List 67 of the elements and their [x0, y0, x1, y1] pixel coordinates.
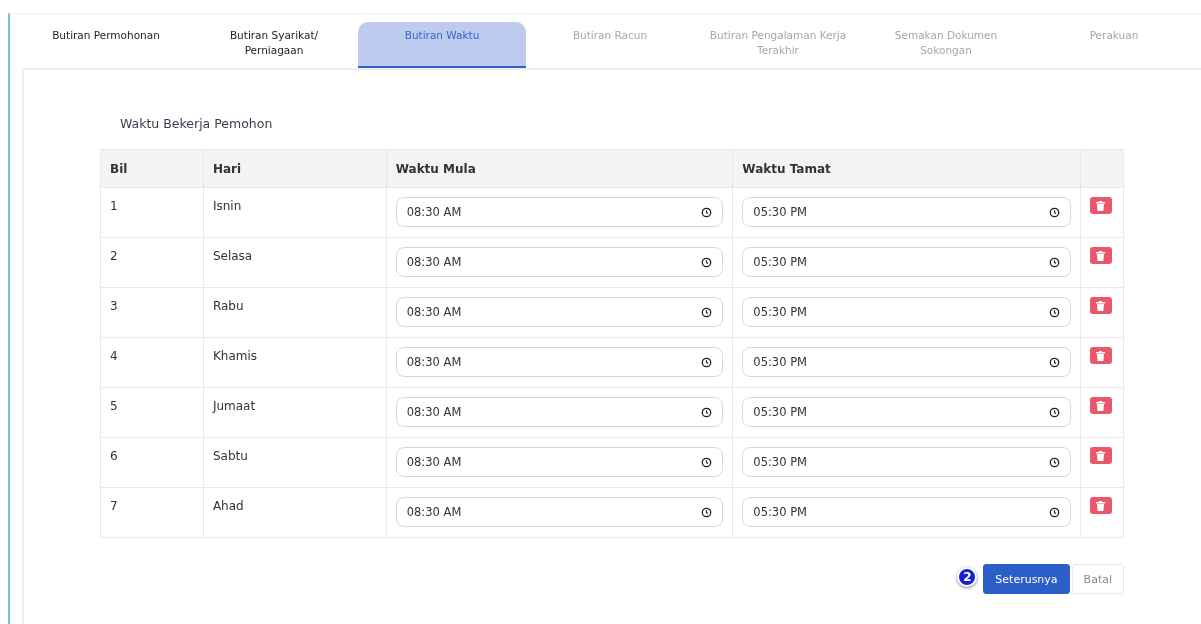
- trash-icon: [1096, 400, 1106, 411]
- time-field[interactable]: 08:30 AM: [395, 347, 724, 377]
- column-header: Hari: [203, 149, 387, 188]
- clock-icon[interactable]: [701, 356, 713, 368]
- time-field[interactable]: 05:30 PM: [742, 347, 1071, 377]
- table-cell-text: 2: [110, 248, 119, 263]
- time-field[interactable]: 08:30 AM: [395, 447, 724, 477]
- column-header: Bil: [100, 149, 204, 188]
- delete-button[interactable]: [1090, 247, 1112, 264]
- time-field[interactable]: 05:30 PM: [742, 297, 1071, 327]
- cancel-button[interactable]: Batal: [1071, 564, 1124, 594]
- time-field[interactable]: 08:30 AM: [395, 397, 724, 427]
- time-field[interactable]: 05:30 PM: [742, 497, 1071, 527]
- column-header: Waktu Mula: [386, 149, 733, 188]
- delete-button[interactable]: [1090, 297, 1112, 314]
- tab[interactable]: Butiran Syarikat/ Perniagaan: [190, 22, 358, 68]
- trash-icon: [1096, 200, 1106, 211]
- trash-icon: [1096, 500, 1106, 511]
- table-cell-text: Khamis: [212, 348, 258, 363]
- delete-button[interactable]: [1090, 197, 1112, 214]
- table-cell-text: 6: [110, 448, 119, 463]
- clock-icon[interactable]: [1049, 456, 1060, 468]
- time-field[interactable]: 05:30 PM: [742, 447, 1071, 477]
- table-cell-text: Sabtu: [212, 448, 249, 463]
- table-cell-text: Selasa: [212, 248, 254, 263]
- clock-icon[interactable]: [1049, 506, 1060, 518]
- time-field[interactable]: 08:30 AM: [395, 247, 724, 277]
- table-cell-text: Ahad: [212, 498, 245, 513]
- clock-icon[interactable]: [1049, 306, 1060, 318]
- time-field[interactable]: 05:30 PM: [742, 397, 1071, 427]
- next-button[interactable]: Seterusnya: [983, 564, 1070, 594]
- clock-icon[interactable]: [1049, 256, 1060, 268]
- table-cell-text: Isnin: [212, 198, 243, 213]
- clock-icon[interactable]: [701, 306, 713, 318]
- clock-icon[interactable]: [701, 506, 713, 518]
- table-cell-text: 4: [110, 348, 119, 363]
- table-cell-text: 3: [110, 298, 119, 313]
- time-field[interactable]: 05:30 PM: [742, 247, 1071, 277]
- delete-button[interactable]: [1090, 347, 1112, 364]
- table-cell-text: Rabu: [212, 298, 245, 313]
- clock-icon[interactable]: [1049, 356, 1060, 368]
- clock-icon[interactable]: [701, 406, 713, 418]
- clock-icon[interactable]: [701, 456, 713, 468]
- time-field[interactable]: 05:30 PM: [742, 197, 1071, 227]
- clock-icon[interactable]: [1049, 406, 1060, 418]
- table-cell-text: 5: [110, 398, 119, 413]
- clock-icon[interactable]: [701, 206, 713, 218]
- delete-button[interactable]: [1090, 497, 1112, 514]
- time-field[interactable]: 08:30 AM: [395, 197, 724, 227]
- column-header: Waktu Tamat: [732, 149, 1081, 188]
- trash-icon: [1096, 450, 1106, 461]
- table-cell-text: 7: [110, 498, 119, 513]
- delete-button[interactable]: [1090, 447, 1112, 464]
- clock-icon[interactable]: [1049, 206, 1060, 218]
- table-cell-text: Jumaat: [212, 398, 257, 413]
- time-field[interactable]: 08:30 AM: [395, 497, 724, 527]
- tab[interactable]: Butiran Waktu: [358, 22, 526, 68]
- table-cell-text: 1: [110, 198, 119, 213]
- tab[interactable]: Butiran Permohonan: [22, 22, 190, 68]
- trash-icon: [1096, 300, 1106, 311]
- delete-button[interactable]: [1090, 397, 1112, 414]
- trash-icon: [1096, 350, 1106, 361]
- time-field[interactable]: 08:30 AM: [395, 297, 724, 327]
- step-badge: 2: [957, 567, 978, 587]
- clock-icon[interactable]: [701, 256, 713, 268]
- section-title: Waktu Bekerja Pemohon: [120, 116, 274, 131]
- trash-icon: [1096, 250, 1106, 261]
